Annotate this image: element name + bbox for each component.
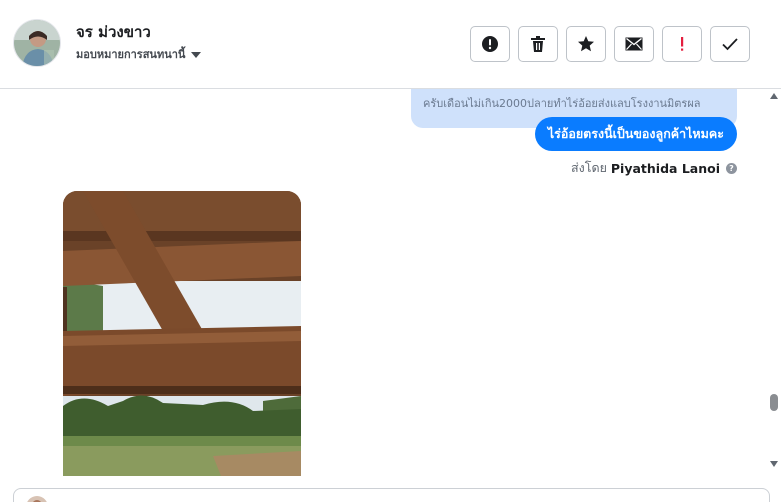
sender-name: Piyathida Lanoi [610,160,720,176]
assign-conversation-dropdown[interactable]: มอบหมายการสนทนานี้ [76,45,202,63]
trash-icon [531,36,545,52]
reply-composer[interactable] [13,488,770,502]
alert-circle-icon [482,36,498,52]
sent-by-prefix: ส่งโดย [571,160,607,175]
checkmark-icon [722,38,738,51]
contact-name: จร ม่วงขาว [76,23,151,41]
conversation-header: จร ม่วงขาว มอบหมายการสนทนานี้ [0,0,781,89]
delete-button[interactable] [518,26,558,62]
scroll-down-icon[interactable] [770,461,778,467]
follow-up-button[interactable] [662,26,702,62]
scrollbar-thumb[interactable] [770,394,778,411]
envelope-icon [625,37,643,51]
mark-done-button[interactable] [710,26,750,62]
star-button[interactable] [566,26,606,62]
received-photo[interactable] [63,191,301,476]
info-icon[interactable]: ? [726,162,737,174]
spam-button[interactable] [470,26,510,62]
contact-avatar[interactable] [13,19,61,67]
message-thread[interactable]: ครับเดือนไม่เกิน2000ปลายทำไร่อ้อยส่งแลบโ… [0,89,769,476]
exclamation-icon [681,37,684,51]
sent-message-bubble[interactable]: ไร่อ้อยตรงนี้เป็นของลูกค้าไหมคะ [534,117,737,151]
scroll-up-icon[interactable] [770,93,778,99]
sent-by-label: ส่งโดย Piyathida Lanoi ? [571,158,737,178]
chevron-down-icon [191,51,202,58]
assign-label: มอบหมายการสนทนานี้ [76,48,186,61]
thread-scrollbar[interactable] [769,89,781,476]
star-icon [578,36,594,52]
user-avatar [26,496,48,502]
mark-unread-button[interactable] [614,26,654,62]
